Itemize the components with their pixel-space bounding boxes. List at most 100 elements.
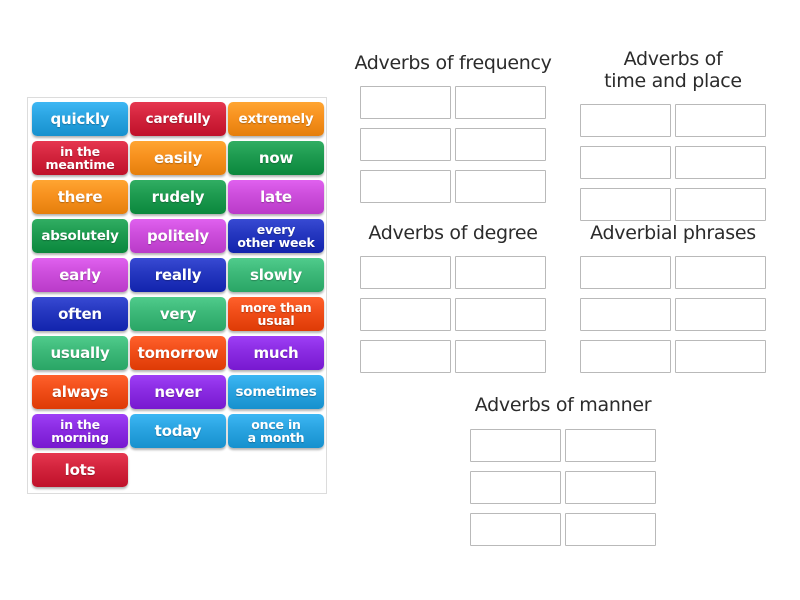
word-tile[interactable]: politely	[130, 219, 226, 253]
slots-wrap-degree	[353, 256, 553, 382]
drop-slot[interactable]	[580, 340, 671, 373]
drop-slot[interactable]	[470, 429, 561, 462]
drop-slot[interactable]	[675, 256, 766, 289]
drop-slot[interactable]	[360, 340, 451, 373]
word-tile[interactable]: today	[130, 414, 226, 448]
word-tile[interactable]: slowly	[228, 258, 324, 292]
word-tile-label: more than usual	[240, 299, 312, 328]
word-tile[interactable]: more than usual	[228, 297, 324, 331]
word-tile[interactable]: once in a month	[228, 414, 324, 448]
word-tile-label: extremely	[238, 110, 314, 127]
word-tile-label: now	[258, 148, 294, 167]
group-adverbs-of-degree: Adverbs of degree	[353, 222, 553, 382]
drop-slot[interactable]	[675, 340, 766, 373]
word-tile-label: lots	[64, 460, 96, 479]
drop-slot[interactable]	[455, 128, 546, 161]
word-tile[interactable]: absolutely	[32, 219, 128, 253]
word-tile[interactable]: really	[130, 258, 226, 292]
word-tile-label: today	[154, 421, 202, 440]
word-tile[interactable]: always	[32, 375, 128, 409]
drop-slot[interactable]	[580, 188, 671, 221]
group-title-phrases: Adverbial phrases	[590, 222, 756, 244]
word-tile[interactable]: carefully	[130, 102, 226, 136]
word-tile[interactable]: lots	[32, 453, 128, 487]
word-tile[interactable]: usually	[32, 336, 128, 370]
word-tile-label: absolutely	[41, 227, 119, 244]
group-adverbial-phrases: Adverbial phrases	[573, 222, 773, 382]
word-tile-label: always	[51, 382, 109, 401]
word-tile-label: tomorrow	[137, 343, 219, 362]
group-adverbs-of-time-and-place: Adverbs of time and place	[573, 48, 773, 230]
slots-wrap-phrases	[573, 256, 773, 382]
word-tile-label: much	[253, 343, 299, 362]
drop-slot[interactable]	[470, 471, 561, 504]
word-tile-label: carefully	[145, 110, 211, 127]
word-tile[interactable]: in the morning	[32, 414, 128, 448]
drop-slot[interactable]	[455, 256, 546, 289]
drop-slot[interactable]	[675, 298, 766, 331]
drop-slots-frequency	[358, 86, 548, 212]
word-tile[interactable]: in the meantime	[32, 141, 128, 175]
group-adverbs-of-manner: Adverbs of manner	[463, 394, 663, 555]
slots-wrap-frequency	[353, 86, 553, 212]
word-tile[interactable]: rudely	[130, 180, 226, 214]
drop-slot[interactable]	[470, 513, 561, 546]
word-tile-label: often	[58, 304, 102, 323]
word-tile-label: in the meantime	[45, 143, 115, 172]
drop-slot[interactable]	[675, 104, 766, 137]
word-tile-label: very	[159, 304, 197, 323]
group-title-frequency: Adverbs of frequency	[354, 52, 552, 74]
word-tile[interactable]: early	[32, 258, 128, 292]
word-tile[interactable]: very	[130, 297, 226, 331]
group-title-timeplace: Adverbs of time and place	[604, 48, 742, 92]
word-tile[interactable]: extremely	[228, 102, 324, 136]
drop-slot[interactable]	[580, 146, 671, 179]
word-tile[interactable]: much	[228, 336, 324, 370]
word-tile[interactable]: tomorrow	[130, 336, 226, 370]
group-title-manner: Adverbs of manner	[474, 394, 652, 416]
drop-slot[interactable]	[580, 298, 671, 331]
drop-slot[interactable]	[565, 471, 656, 504]
word-bank-panel: quickly carefully extremely in the meantime…	[27, 97, 327, 494]
word-tile-label: late	[260, 187, 292, 206]
word-tile[interactable]: now	[228, 141, 324, 175]
group-title-degree: Adverbs of degree	[368, 222, 538, 244]
word-tile[interactable]: there	[32, 180, 128, 214]
drop-slot[interactable]	[360, 170, 451, 203]
drop-slot[interactable]	[455, 340, 546, 373]
word-tile-label: really	[154, 265, 202, 284]
drop-slot[interactable]	[455, 86, 546, 119]
drop-slot[interactable]	[360, 128, 451, 161]
word-tile-label: there	[57, 187, 103, 206]
word-tile-label: in the morning	[51, 416, 109, 445]
drop-slots-phrases	[578, 256, 768, 382]
word-tile-label: rudely	[151, 187, 205, 206]
drop-slot[interactable]	[455, 170, 546, 203]
word-tile-label: easily	[153, 148, 203, 167]
word-tile[interactable]: every other week	[228, 219, 324, 253]
drop-slots-timeplace	[578, 104, 768, 230]
drop-slot[interactable]	[675, 146, 766, 179]
drop-slot[interactable]	[580, 104, 671, 137]
drop-slot[interactable]	[360, 298, 451, 331]
word-tile[interactable]: often	[32, 297, 128, 331]
word-tile[interactable]: never	[130, 375, 226, 409]
drop-slot[interactable]	[360, 86, 451, 119]
word-tile[interactable]: late	[228, 180, 324, 214]
word-tile[interactable]: quickly	[32, 102, 128, 136]
slots-wrap-timeplace	[573, 104, 773, 230]
drop-slot[interactable]	[565, 429, 656, 462]
drop-slot[interactable]	[580, 256, 671, 289]
drop-slot[interactable]	[455, 298, 546, 331]
word-tile-label: never	[154, 382, 202, 401]
word-tile[interactable]: sometimes	[228, 375, 324, 409]
word-tile-label: once in a month	[247, 416, 305, 445]
word-tile-label: quickly	[50, 109, 110, 128]
word-tile[interactable]: easily	[130, 141, 226, 175]
drop-slot[interactable]	[675, 188, 766, 221]
word-tile-label: early	[59, 265, 101, 284]
drop-slot[interactable]	[360, 256, 451, 289]
word-tile-label: usually	[50, 343, 110, 362]
slots-wrap-manner	[463, 429, 663, 555]
drop-slot[interactable]	[565, 513, 656, 546]
